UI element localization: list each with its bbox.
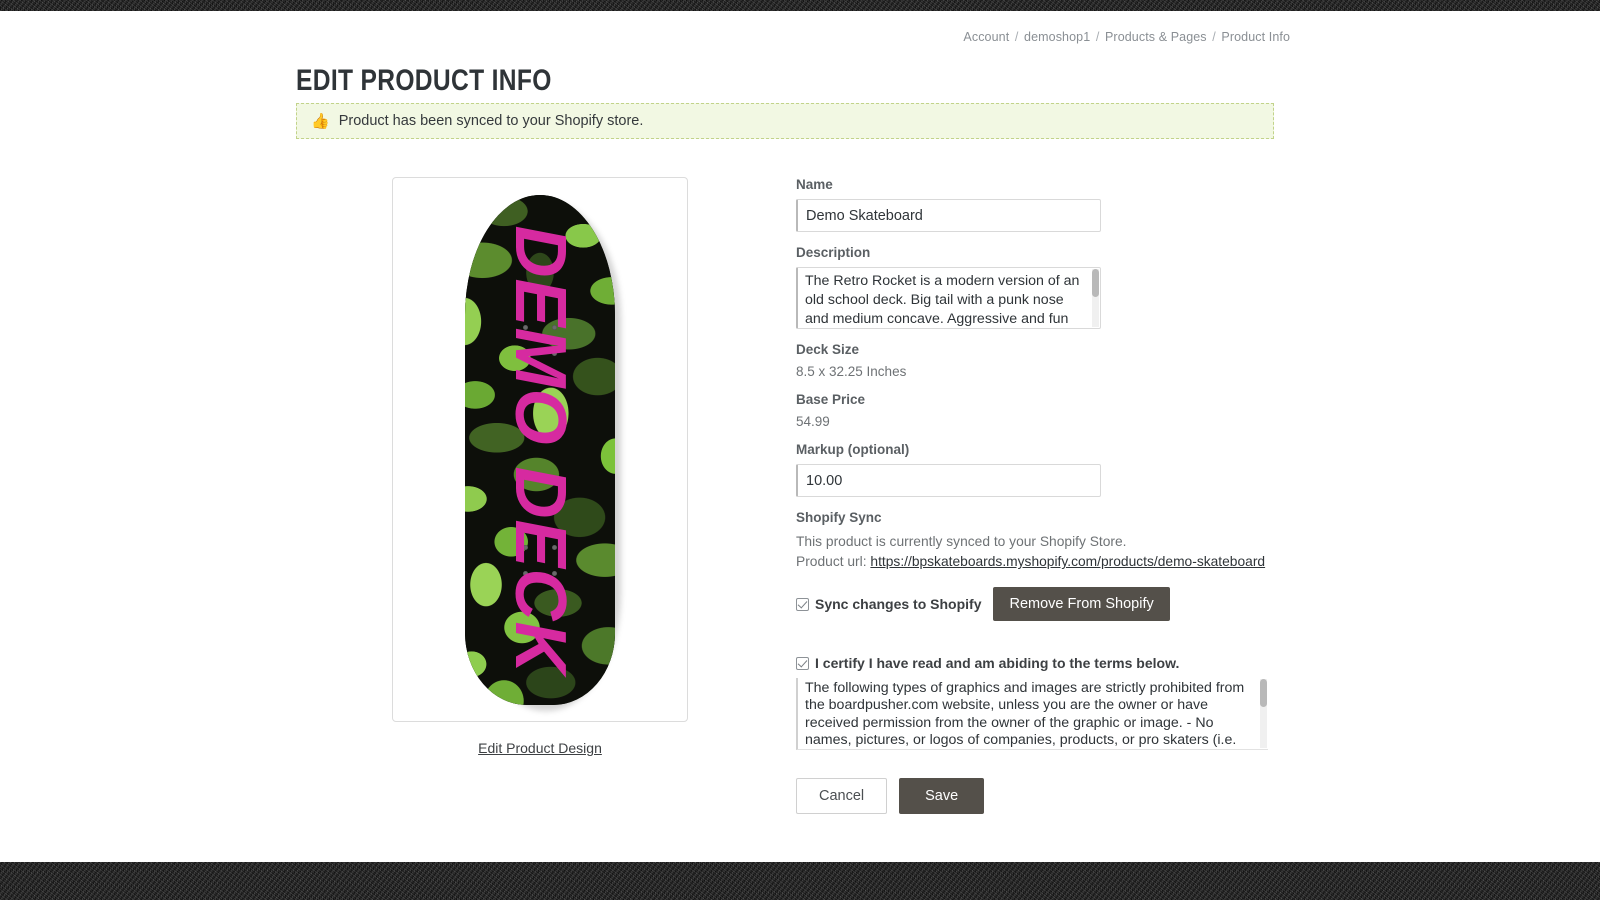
page-body: Account / demoshop1 / Products & Pages /… <box>0 11 1600 862</box>
thumbs-up-icon: 👍 <box>311 112 330 130</box>
remove-from-shopify-button[interactable]: Remove From Shopify <box>993 587 1170 621</box>
description-scrollbar-thumb[interactable] <box>1092 269 1099 297</box>
breadcrumb-separator: / <box>1014 30 1019 44</box>
page-title: Edit Product Info <box>296 64 552 98</box>
breadcrumb-item-account[interactable]: Account <box>963 30 1009 44</box>
markup-input[interactable] <box>796 464 1101 497</box>
product-url-link[interactable]: https://bpskateboards.myshopify.com/prod… <box>870 554 1265 569</box>
terms-textarea[interactable]: The following types of graphics and imag… <box>796 678 1268 750</box>
top-texture-band <box>0 0 1600 11</box>
product-info-form: Name Description The Retro Rocket is a m… <box>796 177 1276 814</box>
breadcrumb-item-demoshop1[interactable]: demoshop1 <box>1024 30 1090 44</box>
certify-terms-label: I certify I have read and am abiding to … <box>815 655 1180 671</box>
shopify-product-url-line: Product url: https://bpskateboards.mysho… <box>796 552 1276 572</box>
bottom-texture-band <box>0 862 1600 900</box>
name-label: Name <box>796 177 833 192</box>
description-textarea[interactable]: The Retro Rocket is a modern version of … <box>796 267 1101 329</box>
sync-changes-checkbox[interactable] <box>796 597 809 611</box>
save-button[interactable]: Save <box>899 778 985 814</box>
breadcrumb-separator: / <box>1212 30 1216 44</box>
description-label: Description <box>796 245 871 260</box>
skateboard-deck-image: DEMO DECK <box>465 194 621 711</box>
edit-product-design-link[interactable]: Edit Product Design <box>392 740 688 756</box>
sync-changes-label: Sync changes to Shopify <box>815 596 982 612</box>
form-actions: Cancel Save <box>796 778 1276 814</box>
breadcrumb-item-product-info[interactable]: Product Info <box>1221 30 1290 44</box>
terms-scrollbar-thumb[interactable] <box>1260 679 1267 707</box>
sync-controls-row: Sync changes to Shopify Remove From Shop… <box>796 587 1276 621</box>
cancel-button[interactable]: Cancel <box>796 778 888 814</box>
deck-size-value: 8.5 x 32.25 Inches <box>796 364 907 379</box>
product-url-prefix: Product url: <box>796 554 867 569</box>
terms-scrollbar[interactable] <box>1260 679 1267 748</box>
base-price-label: Base Price <box>796 392 866 407</box>
flash-message-banner: 👍 Product has been synced to your Shopif… <box>296 103 1274 139</box>
shopify-sync-status: This product is currently synced to your… <box>796 534 1127 549</box>
terms-text: The following types of graphics and imag… <box>805 680 1245 749</box>
description-text: The Retro Rocket is a modern version of … <box>805 273 1080 327</box>
product-preview-card: DEMO DECK <box>392 177 688 722</box>
flash-message-text: Product has been synced to your Shopify … <box>338 113 644 129</box>
certify-terms-checkbox[interactable] <box>796 656 809 670</box>
base-price-value: 54.99 <box>796 414 830 429</box>
deck-size-label: Deck Size <box>796 342 860 357</box>
markup-label: Markup (optional) <box>796 442 910 457</box>
breadcrumb-separator: / <box>1095 30 1100 44</box>
name-input[interactable] <box>796 199 1101 232</box>
description-scrollbar[interactable] <box>1092 269 1099 327</box>
certify-row: I certify I have read and am abiding to … <box>796 655 1276 671</box>
shopify-sync-label: Shopify Sync <box>796 510 882 525</box>
breadcrumb: Account / demoshop1 / Products & Pages /… <box>963 30 1290 44</box>
deck-graphic: DEMO DECK <box>465 194 615 705</box>
breadcrumb-item-products-pages[interactable]: Products & Pages <box>1105 30 1207 44</box>
deck-text: DEMO DECK <box>500 224 580 675</box>
